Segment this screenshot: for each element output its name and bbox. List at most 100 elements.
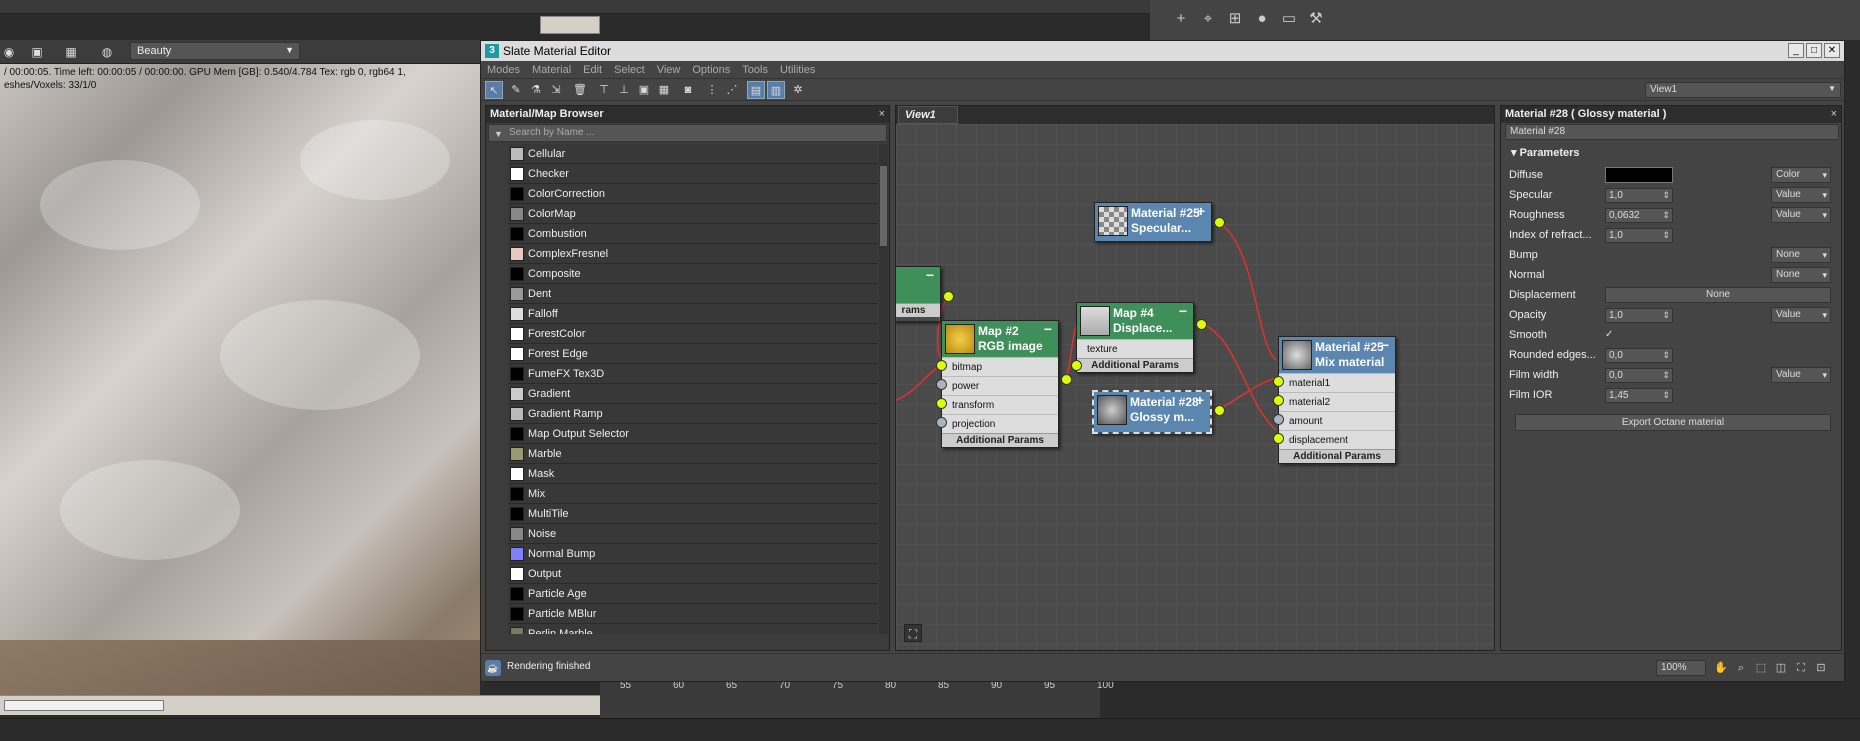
map-list-item[interactable]: Mix [508, 484, 878, 504]
show-map-icon[interactable]: ▣ [635, 81, 653, 99]
collapse-icon[interactable]: − [1179, 304, 1187, 319]
menu-select[interactable]: Select [608, 61, 651, 79]
map-list-item[interactable]: Forest Edge [508, 344, 878, 364]
map-list-item[interactable]: Normal Bump [508, 544, 878, 564]
align-icon[interactable]: ⋮ [703, 81, 721, 99]
menu-options[interactable]: Options [686, 61, 736, 79]
map-list-item[interactable]: ColorMap [508, 204, 878, 224]
map-list-item[interactable]: Falloff [508, 304, 878, 324]
film-ior-spinner[interactable]: 1,45 [1605, 388, 1673, 403]
assign-material-icon[interactable]: ⚗ [527, 81, 545, 99]
output-socket[interactable] [943, 291, 954, 302]
monitor-icon[interactable]: ▣ [28, 43, 46, 61]
input-socket-bitmap[interactable] [936, 360, 947, 371]
node-specular-material[interactable]: Material #25 Specular... + [1094, 202, 1212, 242]
timeline-ruler[interactable]: 55 60 65 70 75 80 85 90 95 100 [600, 678, 1114, 718]
output-socket[interactable] [1214, 217, 1225, 228]
node-displacement-map[interactable]: Map #4 Displace... − texture Additional … [1076, 302, 1194, 373]
displacement-map-button[interactable]: None [1605, 287, 1831, 303]
film-icon[interactable]: ▦ [62, 43, 80, 61]
film-width-spinner[interactable]: 0,0 [1605, 368, 1673, 383]
map-list-item[interactable]: Composite [508, 264, 878, 284]
collapse-triangle-icon[interactable]: ▼ [494, 129, 503, 139]
input-socket-material2[interactable] [1273, 395, 1284, 406]
record-icon[interactable]: ◉ [0, 43, 18, 61]
menu-material[interactable]: Material [526, 61, 577, 79]
node-additional-params[interactable]: Additional Params [1279, 449, 1395, 463]
browser-toggle-icon[interactable]: ▤ [747, 81, 765, 99]
export-octane-material-button[interactable]: Export Octane material [1515, 414, 1831, 431]
map-list-item[interactable]: Map Output Selector [508, 424, 878, 444]
node-rgb-image[interactable]: Map #2 RGB image − bitmap power transfor… [941, 320, 1059, 448]
expand-icon[interactable]: + [1196, 393, 1204, 408]
diffuse-mode-select[interactable]: Color [1771, 167, 1831, 183]
pick-material-icon[interactable]: ✎ [507, 81, 525, 99]
minimized-window-controls[interactable] [540, 16, 600, 34]
scrollbar-thumb[interactable] [4, 700, 164, 711]
node-glossy-material-selected[interactable]: Material #28 Glossy m... + [1092, 390, 1212, 434]
output-socket[interactable] [1196, 319, 1207, 330]
node-additional-params[interactable]: rams [896, 303, 940, 317]
tab-view1[interactable]: View1 [898, 106, 958, 124]
ior-spinner[interactable]: 1,0 [1605, 228, 1673, 243]
map-list-item[interactable]: Cellular [508, 144, 878, 164]
map-list-item[interactable]: Dent [508, 284, 878, 304]
node-partial-map[interactable]: − rams [896, 266, 941, 322]
input-socket-texture[interactable] [1071, 360, 1082, 371]
utilities-wrench-icon[interactable]: ⚒ [1305, 8, 1327, 30]
zoom-select[interactable]: 100% [1656, 660, 1706, 676]
browser-scrollbar-thumb[interactable] [880, 166, 887, 246]
material-name-input[interactable]: Material #28 [1505, 124, 1839, 140]
map-list-item[interactable]: ComplexFresnel [508, 244, 878, 264]
menu-utilities[interactable]: Utilities [774, 61, 821, 79]
map-list-item[interactable]: Perlin Marble [508, 624, 878, 634]
navigator-toggle-icon[interactable]: ▥ [767, 81, 785, 99]
input-socket-power[interactable] [936, 379, 947, 390]
node-canvas[interactable]: − rams Map #2 RGB image − bitmap power t… [896, 124, 1494, 650]
motion-icon[interactable]: ● [1251, 8, 1273, 30]
menu-modes[interactable]: Modes [481, 61, 526, 79]
maximize-button[interactable]: □ [1806, 43, 1822, 58]
octane-icon[interactable]: ◍ [98, 43, 116, 61]
background-icon[interactable]: ▦ [655, 81, 673, 99]
normal-mode-select[interactable]: None [1771, 267, 1831, 283]
map-list-item[interactable]: Particle Age [508, 584, 878, 604]
navigator-icon[interactable]: ⛶ [904, 624, 922, 642]
rounded-edges-spinner[interactable]: 0,0 [1605, 348, 1673, 363]
bump-mode-select[interactable]: None [1771, 247, 1831, 263]
roughness-mode-select[interactable]: Value [1771, 207, 1831, 223]
render-viewport[interactable] [0, 40, 480, 695]
modify-icon[interactable]: ⌖ [1197, 8, 1219, 30]
minimize-button[interactable]: _ [1788, 43, 1804, 58]
menu-view[interactable]: View [651, 61, 687, 79]
menu-tools[interactable]: Tools [736, 61, 774, 79]
input-socket-displacement[interactable] [1273, 433, 1284, 444]
zoom-region-icon[interactable]: ⬚ [1753, 660, 1769, 676]
specular-spinner[interactable]: 1,0 [1605, 188, 1673, 203]
node-additional-params[interactable]: Additional Params [942, 433, 1058, 447]
input-socket-transform[interactable] [936, 398, 947, 409]
smooth-checkbox[interactable]: ✓ [1605, 329, 1617, 341]
diffuse-color-swatch[interactable] [1605, 167, 1673, 183]
collapse-icon[interactable]: − [1381, 338, 1389, 353]
roughness-spinner[interactable]: 0,0632 [1605, 208, 1673, 223]
film-width-mode-select[interactable]: Value [1771, 367, 1831, 383]
opacity-mode-select[interactable]: Value [1771, 307, 1831, 323]
map-list-item[interactable]: Output [508, 564, 878, 584]
expand-icon[interactable]: + [1197, 204, 1205, 219]
layout-icon[interactable]: ⊤ [595, 81, 613, 99]
map-list-item[interactable]: Gradient Ramp [508, 404, 878, 424]
map-list-item[interactable]: MultiTile [508, 504, 878, 524]
map-list-item[interactable]: Checker [508, 164, 878, 184]
zoom-extents-icon[interactable]: ◫ [1773, 660, 1789, 676]
display-icon[interactable]: ▭ [1278, 8, 1300, 30]
input-socket-projection[interactable] [936, 417, 947, 428]
opacity-spinner[interactable]: 1,0 [1605, 308, 1673, 323]
layout-children-icon[interactable]: ⊥ [615, 81, 633, 99]
specular-mode-select[interactable]: Value [1771, 187, 1831, 203]
node-additional-params[interactable]: Additional Params [1077, 358, 1193, 372]
input-socket-material1[interactable] [1273, 376, 1284, 387]
output-socket[interactable] [1214, 405, 1225, 416]
view-select[interactable]: View1 ▼ [1645, 82, 1841, 98]
zoom-extents-all-icon[interactable]: ⊡ [1813, 660, 1829, 676]
